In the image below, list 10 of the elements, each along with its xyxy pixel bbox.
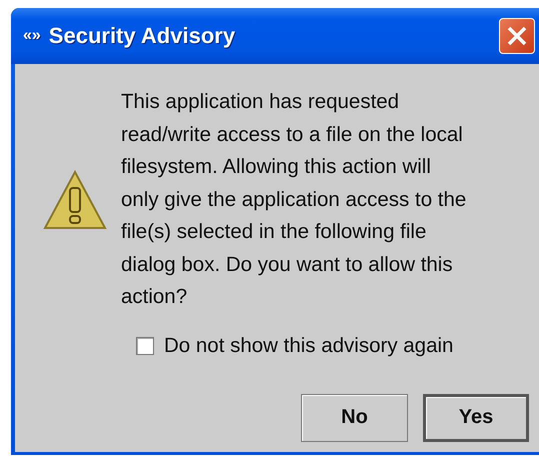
warning-icon — [41, 168, 109, 232]
message-text: This application has requested read/write access to a file on the local filesystem. Allowing this action will only give the application access to the file(s) selected in the following file dialog box. Do you want to allow this action? — [121, 89, 466, 310]
close-button[interactable] — [499, 18, 535, 54]
checkbox[interactable] — [136, 336, 154, 354]
checkbox-label: Do not show this advisory again — [164, 334, 454, 358]
close-icon — [506, 25, 528, 47]
no-button[interactable]: No — [301, 394, 408, 442]
window-icon: «» — [23, 27, 41, 45]
window-title: Security Advisory — [48, 23, 236, 49]
yes-button[interactable]: Yes — [423, 394, 529, 442]
